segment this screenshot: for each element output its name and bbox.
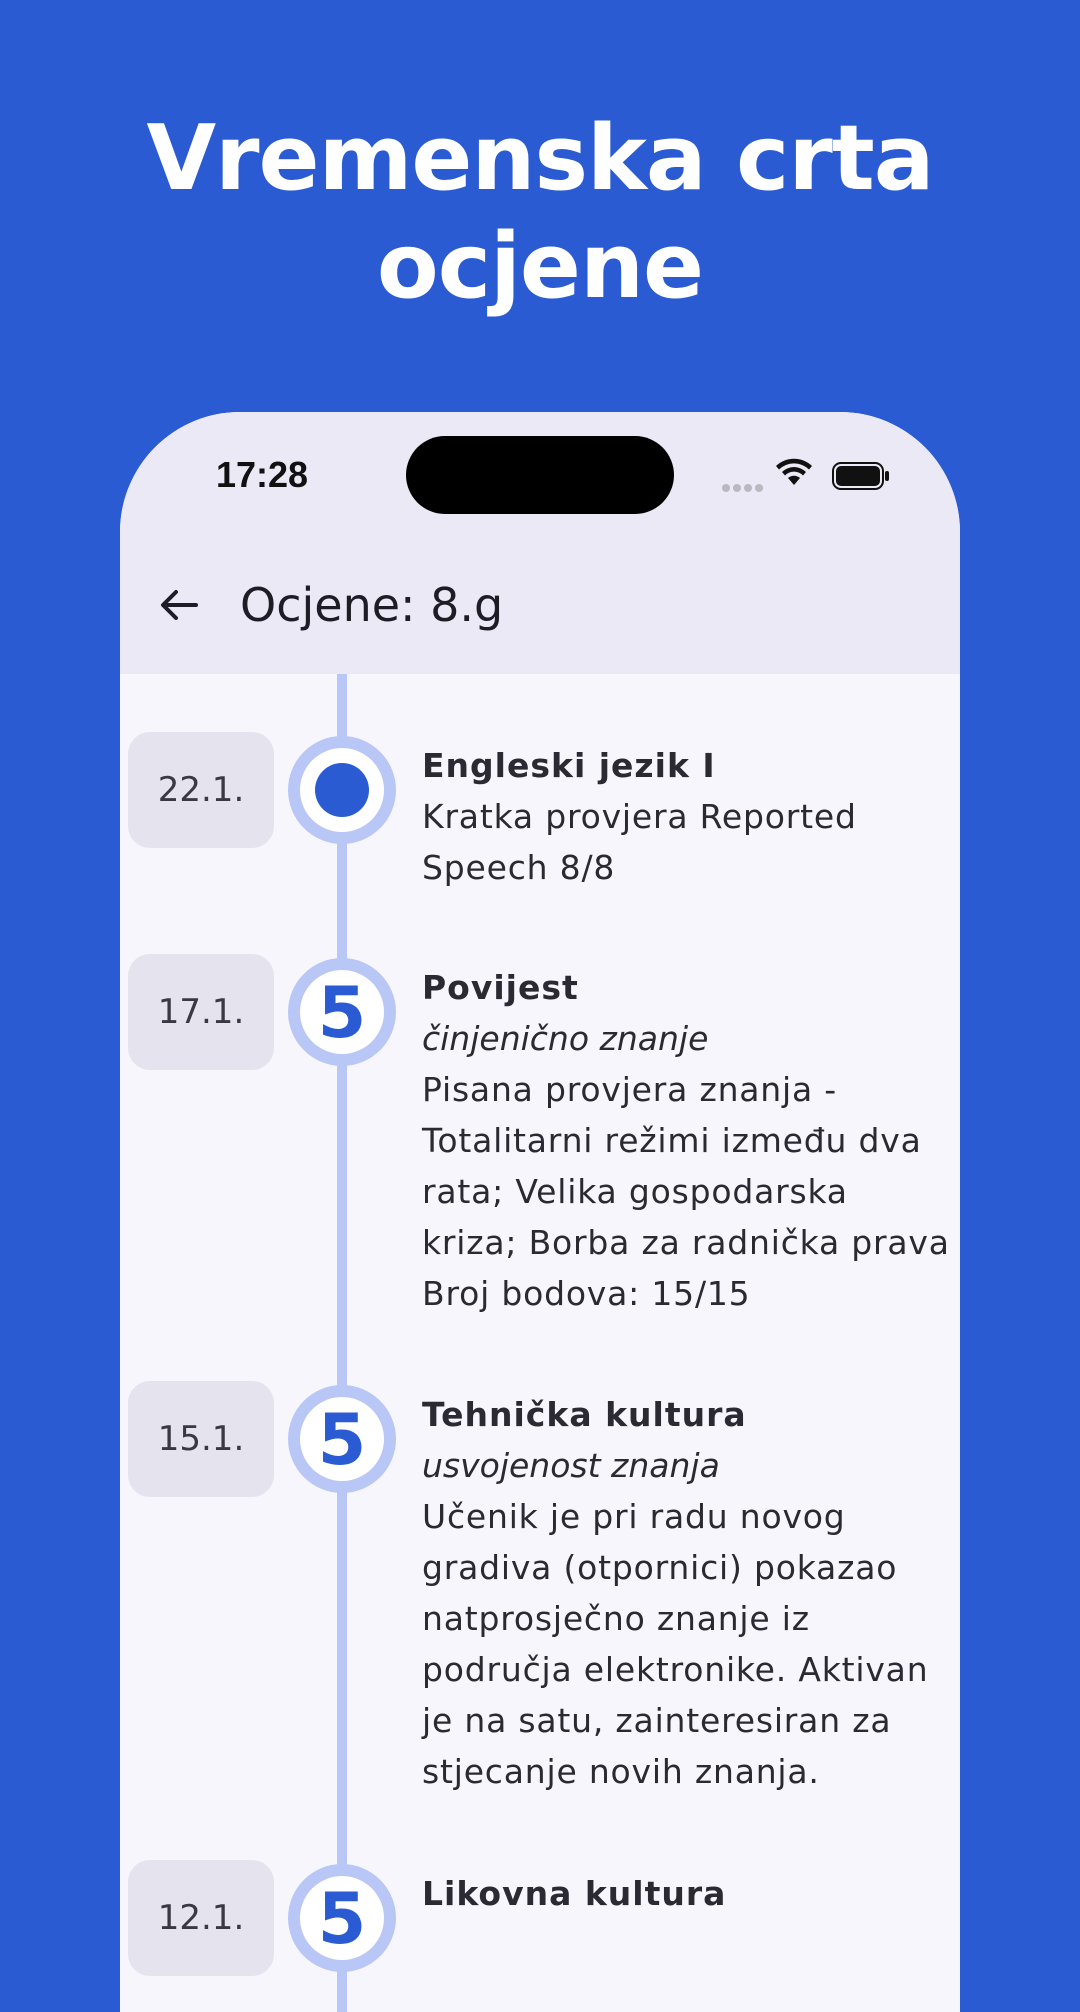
subject-name: Tehnička kultura: [422, 1395, 747, 1434]
timeline-node: 5: [288, 1385, 396, 1493]
dynamic-island: [406, 436, 674, 514]
date-chip: 12.1.: [128, 1860, 274, 1976]
phone-frame: 17:28 Ocjene: 8.g 22.1. Engleski jezik I…: [120, 412, 960, 2012]
cellular-signal-icon: [722, 477, 766, 496]
timeline-node: [288, 736, 396, 844]
grade-value: 5: [317, 972, 367, 1054]
promo-title-line-1: Vremenska crta: [146, 106, 935, 211]
grade-value: 5: [317, 1878, 367, 1960]
status-bar: 17:28: [120, 412, 960, 542]
dot-icon: [315, 763, 369, 817]
battery-icon: [832, 462, 889, 490]
grades-timeline[interactable]: 22.1. Engleski jezik I Kratka provjera R…: [120, 674, 960, 2012]
subject-name: Engleski jezik I: [422, 746, 716, 785]
page-title: Ocjene: 8.g: [240, 578, 504, 632]
grade-description: Kratka provjera Reported Speech 8/8: [422, 797, 857, 887]
promo-title-line-2: ocjene: [376, 214, 704, 319]
subject-name: Likovna kultura: [422, 1874, 727, 1913]
date-chip: 17.1.: [128, 954, 274, 1070]
grade-value: 5: [317, 1399, 367, 1481]
date-chip: 22.1.: [128, 732, 274, 848]
grade-category: činjenično znanje: [422, 1019, 709, 1058]
item-content: Povijest činjenično znanje Pisana provje…: [422, 962, 952, 1319]
item-content: Likovna kultura: [422, 1868, 952, 1919]
timeline-node: 5: [288, 958, 396, 1066]
grade-category: usvojenost znanja: [422, 1446, 720, 1485]
subject-name: Povijest: [422, 968, 579, 1007]
promo-title: Vremenska crta ocjene: [0, 105, 1080, 321]
timeline-node: 5: [288, 1864, 396, 1972]
item-content: Tehnička kultura usvojenost znanja Učeni…: [422, 1389, 952, 1797]
grade-description: Učenik je pri radu novog gradiva (otporn…: [422, 1497, 929, 1791]
app-bar: Ocjene: 8.g: [120, 542, 960, 674]
back-arrow-icon[interactable]: [156, 582, 202, 628]
status-time: 17:28: [216, 454, 309, 495]
grade-description: Pisana provjera znanja - Totalitarni rež…: [422, 1070, 950, 1313]
date-chip: 15.1.: [128, 1381, 274, 1497]
timeline-line: [337, 674, 347, 2012]
item-content: Engleski jezik I Kratka provjera Reporte…: [422, 740, 952, 893]
wifi-icon: [776, 458, 812, 485]
